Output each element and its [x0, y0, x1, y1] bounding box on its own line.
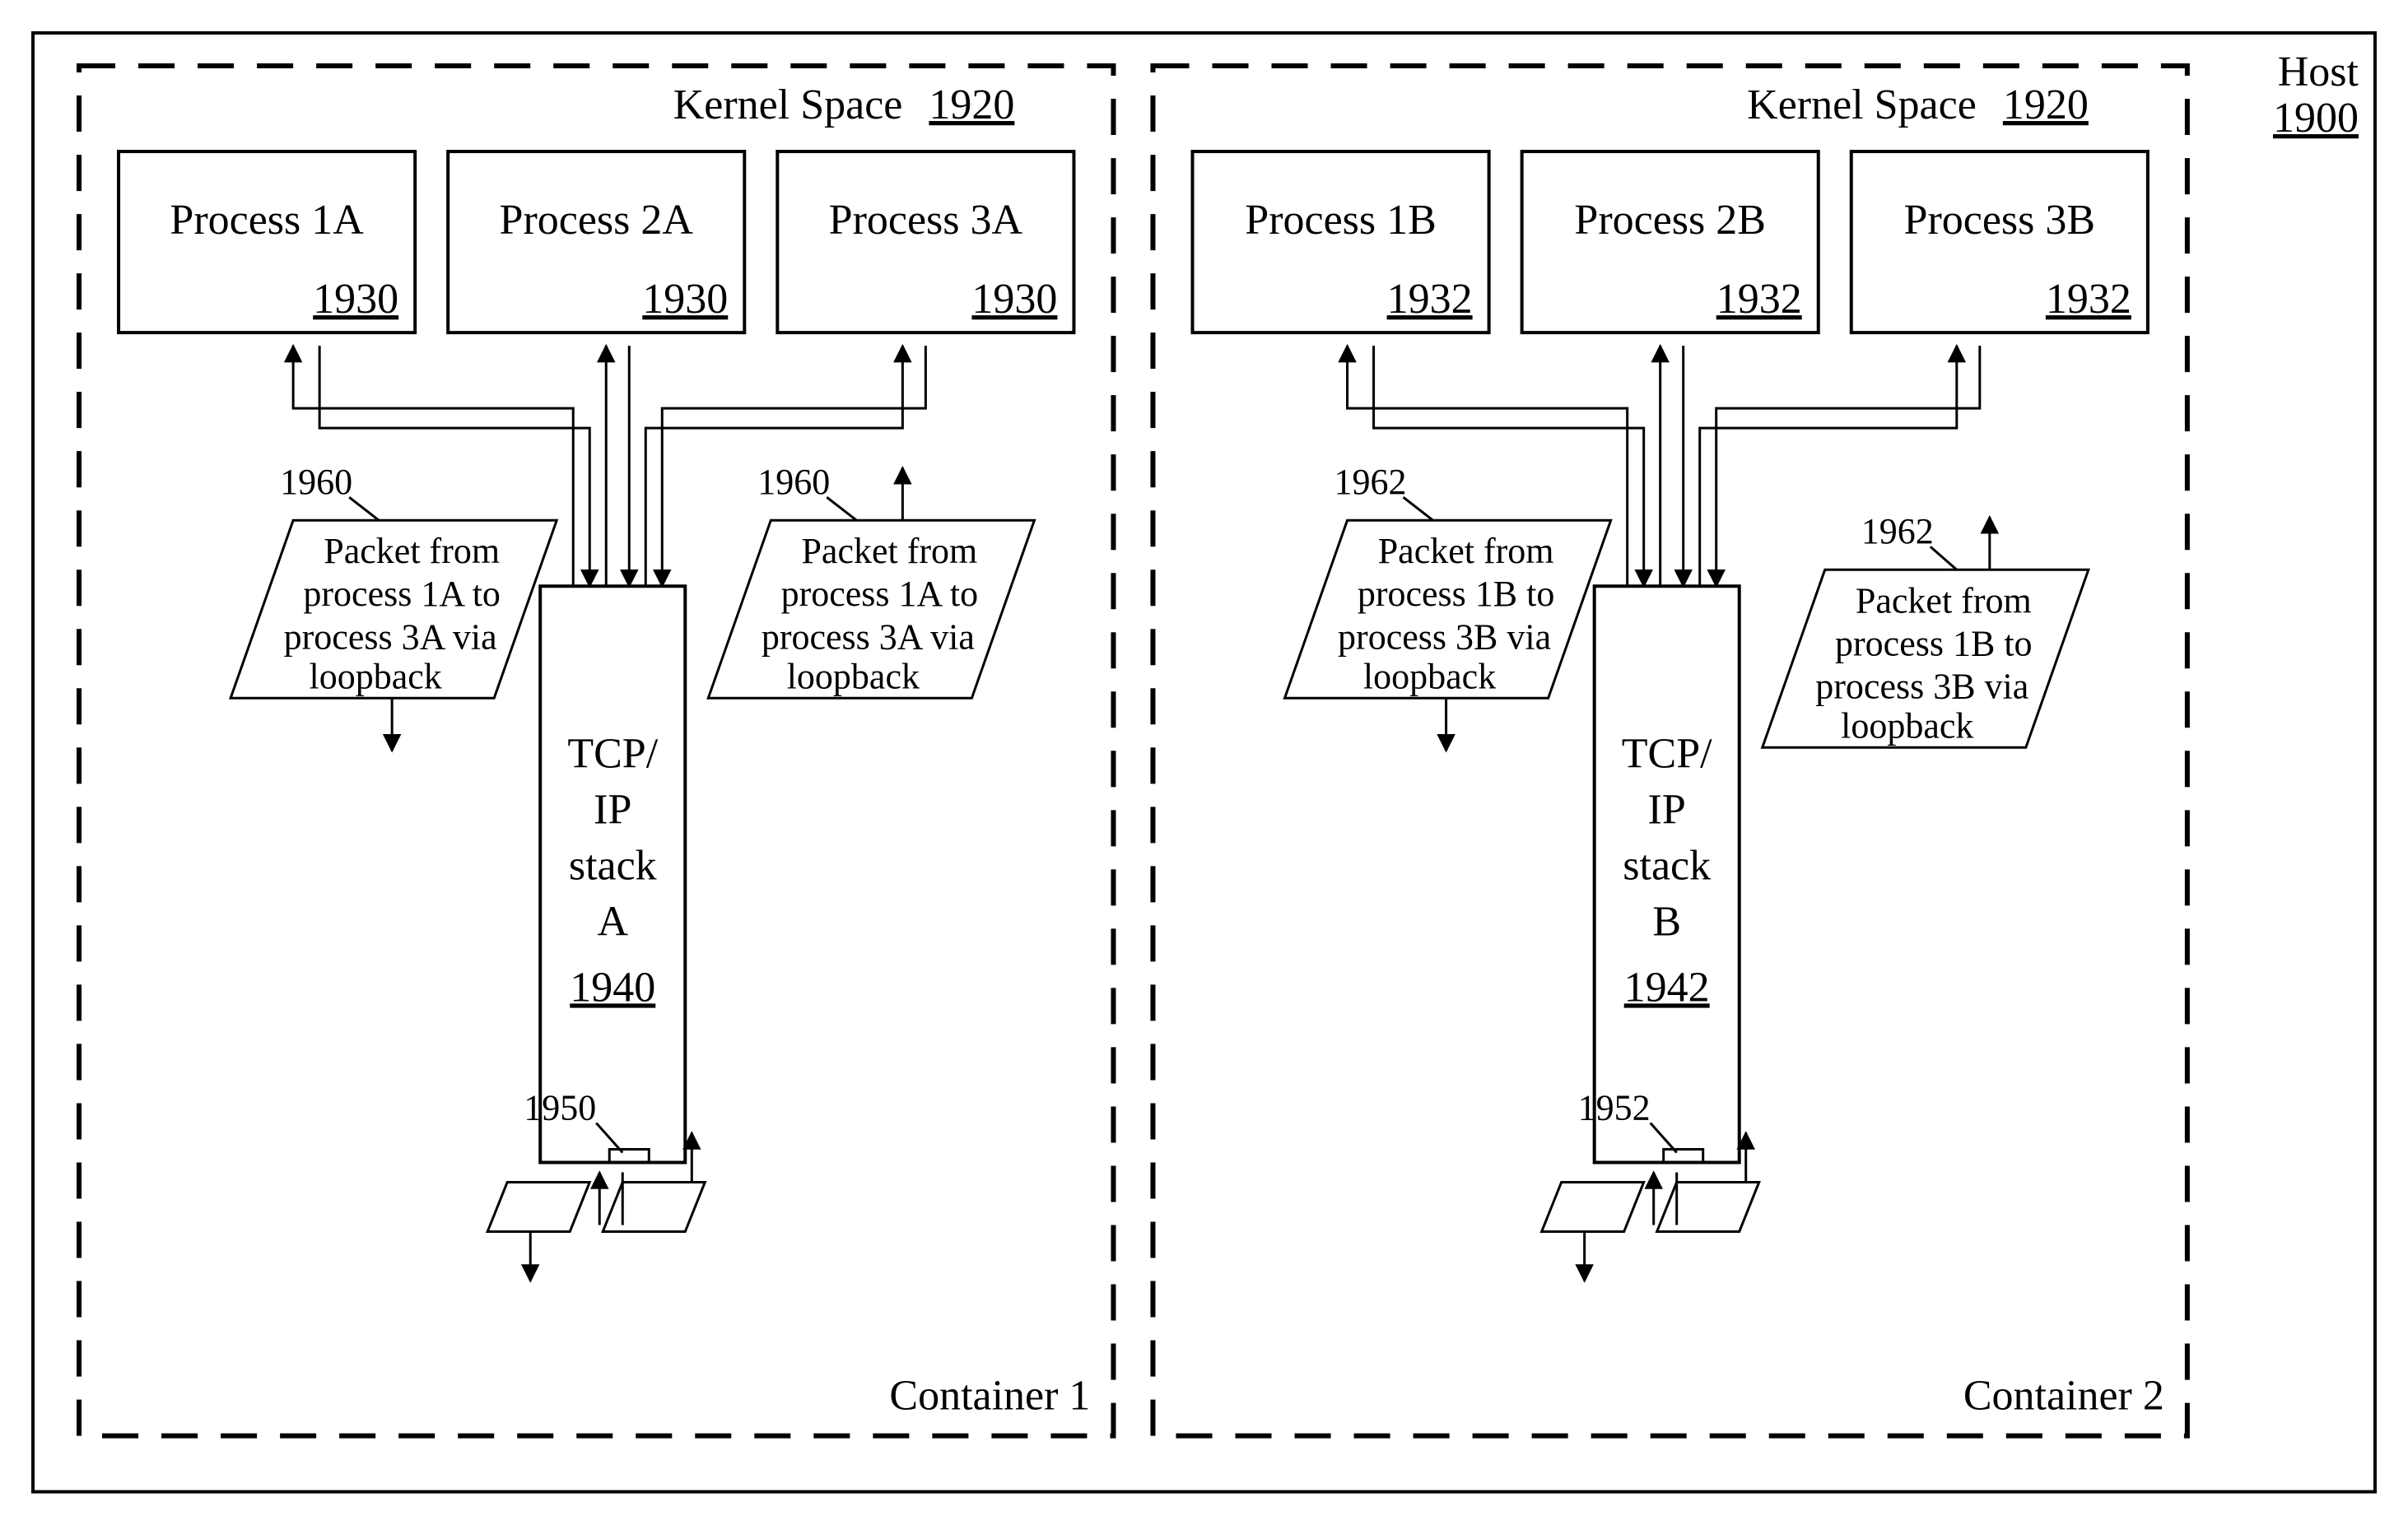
process-1b-title: Process 1B	[1245, 197, 1437, 244]
packet-b-left-l3: process 3B via	[1338, 616, 1551, 657]
packet-b-right: 1962 Packet from process 1B to process 3…	[1763, 511, 2089, 747]
container-1-label: Container 1	[889, 1373, 1090, 1420]
process-1a-ref: 1930	[313, 276, 398, 323]
container-1-kernel-ref: 1920	[929, 81, 1014, 128]
process-3b: Process 3B 1932	[1851, 151, 2148, 332]
process-2a: Process 2A 1930	[448, 151, 744, 332]
packet-a-right: 1960 Packet from process 1A to process 3…	[708, 462, 1034, 698]
iface-a-icon	[609, 1149, 649, 1162]
packet-b-left-l1: Packet from	[1378, 531, 1554, 571]
stack-b-ref: 1942	[1624, 964, 1710, 1011]
iface-a-ref: 1950	[524, 1087, 596, 1127]
stack-b-l2: IP	[1648, 786, 1686, 833]
process-3a-ref: 1930	[971, 276, 1057, 323]
process-1b-ref: 1932	[1387, 276, 1473, 323]
packet-b-right-ref: 1962	[1861, 511, 1934, 551]
process-3b-title: Process 3B	[1904, 197, 2096, 244]
host-label: Host	[2278, 49, 2359, 95]
bottom-pkt-out-b	[1542, 1182, 1644, 1231]
process-2b-title: Process 2B	[1574, 197, 1766, 244]
stack-a-l2: IP	[594, 786, 631, 833]
packet-b-left: 1962 Packet from process 1B to process 3…	[1285, 462, 1611, 751]
process-2b: Process 2B 1932	[1522, 151, 1819, 332]
stack-a-l4: A	[597, 898, 628, 945]
stack-a-l1: TCP/	[567, 730, 658, 777]
packet-b-left-ref: 1962	[1334, 462, 1407, 502]
stack-b-l1: TCP/	[1622, 730, 1712, 777]
iface-b-icon	[1664, 1149, 1703, 1162]
process-2a-title: Process 2A	[500, 197, 694, 244]
bottom-pkt-in-a	[603, 1182, 705, 1231]
bottom-pkt-out-a	[487, 1182, 589, 1231]
tcpip-stack-a: TCP/ IP stack A 1940	[540, 586, 685, 1162]
process-3b-ref: 1932	[2046, 276, 2131, 323]
packet-b-right-l4: loopback	[1841, 705, 1973, 746]
host-box	[33, 33, 2375, 1492]
diagram-canvas: Host 1900 Container 1 Kernel Space 1920 …	[0, 0, 2408, 1525]
arrow-3b-to-stack	[1716, 346, 1980, 586]
stack-b-l4: B	[1652, 898, 1681, 945]
packet-b-right-l3: process 3B via	[1815, 666, 2028, 706]
process-3a-title: Process 3A	[829, 197, 1023, 244]
stack-b-l3: stack	[1623, 842, 1711, 889]
packet-a-right-ref: 1960	[757, 462, 830, 502]
process-1b: Process 1B 1932	[1192, 151, 1488, 332]
packet-a-left-ref: 1960	[280, 462, 352, 502]
container-2-label: Container 2	[1963, 1373, 2164, 1420]
process-1a: Process 1A 1930	[119, 151, 415, 332]
packet-a-right-l4: loopback	[787, 656, 920, 696]
packet-a-right-l2: process 1A to	[781, 574, 979, 614]
container-1-kernel-label: Kernel Space	[673, 81, 903, 128]
packet-b-right-l2: process 1B to	[1835, 623, 2033, 663]
container-2-kernel-label: Kernel Space	[1747, 81, 1977, 128]
packet-a-left-l2: process 1A to	[303, 574, 501, 614]
process-1a-title: Process 1A	[170, 197, 364, 244]
bottom-pkt-in-b	[1657, 1182, 1759, 1231]
packet-a-left: 1960 Packet from process 1A to process 3…	[231, 462, 557, 751]
stack-a-ref: 1940	[570, 964, 655, 1011]
process-3a: Process 3A 1930	[777, 151, 1074, 332]
host-ref: 1900	[2273, 95, 2359, 142]
iface-b-ref: 1952	[1578, 1087, 1651, 1127]
packet-b-left-l4: loopback	[1363, 656, 1496, 696]
packet-a-left-l4: loopback	[310, 656, 442, 696]
stack-a-l3: stack	[569, 842, 657, 889]
tcpip-stack-b: TCP/ IP stack B 1942	[1595, 586, 1740, 1162]
packet-a-left-l3: process 3A via	[284, 616, 497, 657]
packet-a-right-l3: process 3A via	[762, 616, 975, 657]
packet-b-left-l2: process 1B to	[1358, 574, 1555, 614]
packet-a-right-l1: Packet from	[801, 531, 977, 571]
container-2-kernel-ref: 1920	[2003, 81, 2089, 128]
packet-b-right-l1: Packet from	[1856, 580, 2032, 621]
packet-a-left-l1: Packet from	[324, 531, 500, 571]
process-2b-ref: 1932	[1716, 276, 1802, 323]
process-2a-ref: 1930	[642, 276, 728, 323]
